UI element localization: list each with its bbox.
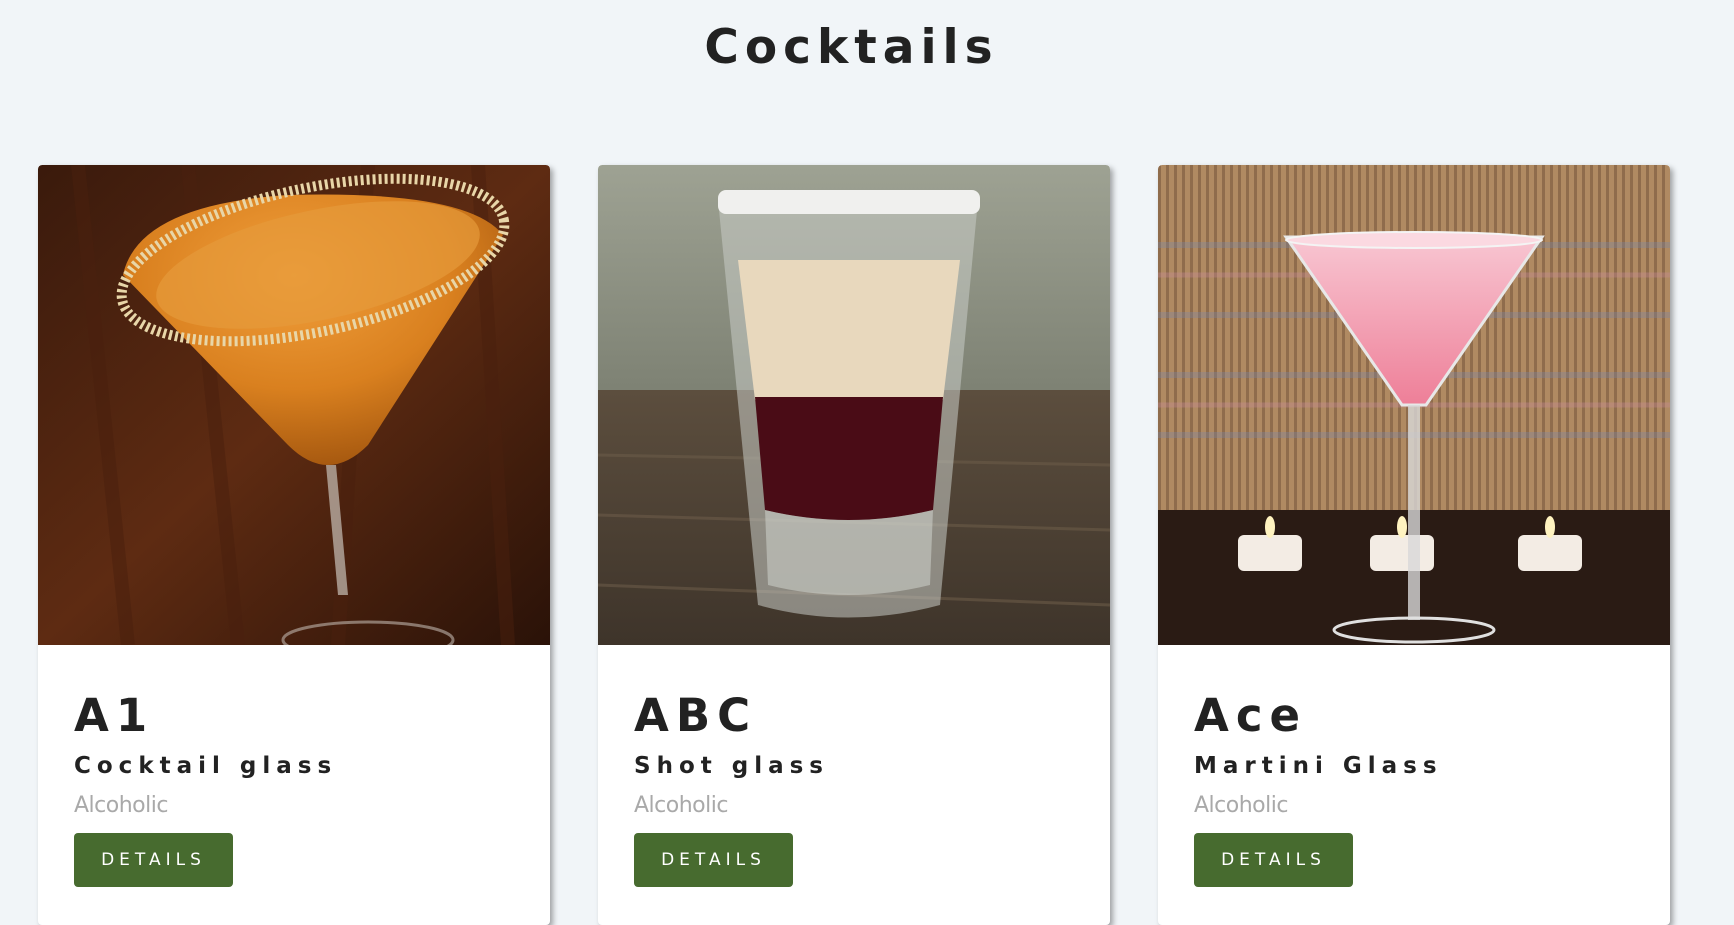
cocktail-image[interactable]	[1158, 165, 1670, 645]
cocktail-card: ABC Shot glass Alcoholic DETAILS	[598, 165, 1110, 925]
cocktail-alcoholic-info: Alcoholic	[634, 793, 728, 818]
cocktail-alcoholic-info: Alcoholic	[1194, 793, 1288, 818]
card-body: ABC Shot glass Alcoholic DETAILS	[598, 691, 1110, 887]
page-title: Cocktails	[704, 20, 999, 75]
details-button[interactable]: DETAILS	[634, 833, 793, 887]
details-button[interactable]: DETAILS	[74, 833, 233, 887]
cocktail-image[interactable]	[598, 165, 1110, 645]
cocktail-alcoholic-info: Alcoholic	[74, 793, 168, 818]
card-body: A1 Cocktail glass Alcoholic DETAILS	[38, 691, 550, 887]
cocktail-card: A1 Cocktail glass Alcoholic DETAILS	[38, 165, 550, 925]
cocktail-glass: Martini Glass	[1194, 753, 1443, 779]
cocktail-glass: Cocktail glass	[74, 753, 338, 779]
cocktail-name: A1	[74, 689, 155, 742]
cocktail-image[interactable]	[38, 165, 550, 645]
cocktail-name: ABC	[634, 689, 758, 742]
details-button[interactable]: DETAILS	[1194, 833, 1353, 887]
card-body: Ace Martini Glass Alcoholic DETAILS	[1158, 691, 1670, 887]
cocktail-glass: Shot glass	[634, 753, 829, 779]
cocktail-name: Ace	[1194, 689, 1308, 742]
cocktail-card: Ace Martini Glass Alcoholic DETAILS	[1158, 165, 1670, 925]
